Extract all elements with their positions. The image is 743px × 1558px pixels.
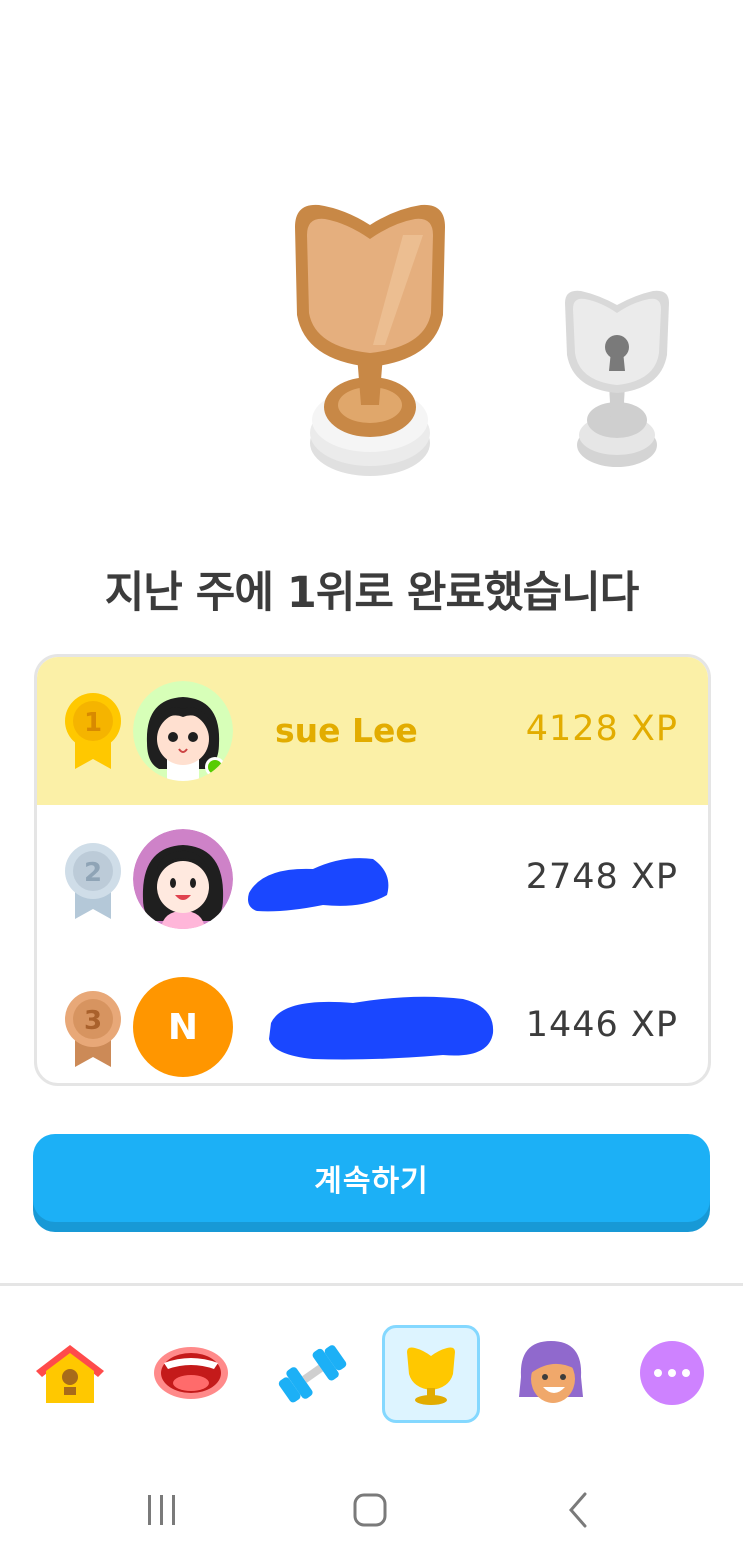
leaderboard-row[interactable]: 1 sue Lee 4128 XP bbox=[37, 657, 708, 805]
redacted-name bbox=[248, 858, 389, 912]
back-button[interactable] bbox=[548, 1480, 608, 1540]
speak-icon bbox=[154, 1347, 228, 1399]
home-nav-button[interactable] bbox=[340, 1480, 400, 1540]
result-headline: 지난 주에 1위로 완료했습니다 bbox=[104, 568, 640, 618]
leaderboard-icon bbox=[407, 1347, 455, 1405]
leaderboard-row[interactable]: 2 2748 XP bbox=[37, 805, 708, 953]
rank-number: 2 bbox=[84, 858, 102, 888]
xp-value: 2748 XP bbox=[525, 857, 678, 897]
practice-icon bbox=[278, 1345, 347, 1403]
back-icon bbox=[569, 1492, 587, 1528]
profile-icon bbox=[519, 1341, 583, 1403]
tab-speak[interactable] bbox=[143, 1325, 239, 1421]
recent-apps-button[interactable] bbox=[132, 1480, 192, 1540]
xp-value: 1446 XP bbox=[525, 1005, 678, 1045]
xp-value: 4128 XP bbox=[525, 709, 678, 749]
more-icon bbox=[640, 1341, 704, 1405]
avatar[interactable]: N bbox=[133, 977, 233, 1077]
home-nav-icon bbox=[353, 1493, 387, 1527]
redacted-name bbox=[269, 996, 494, 1060]
tab-practice[interactable] bbox=[264, 1325, 360, 1421]
user-name: sue Lee bbox=[275, 711, 418, 750]
locked-silver-trophy-icon bbox=[565, 290, 669, 467]
tabbar-divider bbox=[0, 1283, 743, 1286]
gold-medal-icon: 1 bbox=[65, 693, 121, 769]
tab-more[interactable] bbox=[624, 1325, 720, 1421]
leaderboard-row[interactable]: 3 N 1446 XP bbox=[37, 953, 708, 1083]
continue-button[interactable]: 계속하기 bbox=[33, 1134, 710, 1222]
recent-apps-icon bbox=[148, 1495, 175, 1525]
avatar[interactable] bbox=[133, 681, 233, 781]
tab-home[interactable] bbox=[22, 1325, 118, 1421]
home-icon bbox=[36, 1345, 104, 1403]
rank-number: 3 bbox=[84, 1006, 102, 1036]
tab-profile[interactable] bbox=[503, 1325, 599, 1421]
silver-medal-icon: 2 bbox=[65, 843, 121, 919]
avatar[interactable] bbox=[133, 829, 233, 929]
rank-number: 1 bbox=[84, 708, 102, 738]
tab-leaderboards[interactable] bbox=[382, 1325, 480, 1423]
bronze-medal-icon: 3 bbox=[65, 991, 121, 1067]
leaderboard-card: 1 sue Lee 4128 XP 2 2748 XP 3 N 1446 XP bbox=[34, 654, 711, 1086]
bronze-trophy-icon bbox=[295, 204, 445, 476]
